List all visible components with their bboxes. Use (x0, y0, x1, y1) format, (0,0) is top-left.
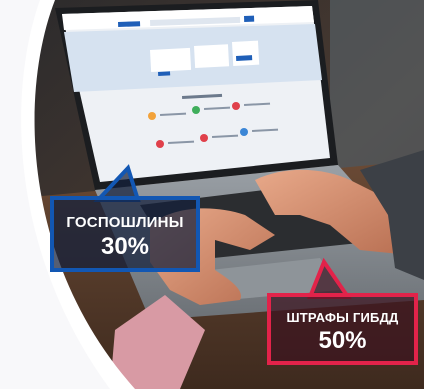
promo-banner: ГОСПОШЛИНЫ 30% ШТРАФЫ ГИБДД 50% (0, 0, 424, 389)
fees-label: ГОСПОШЛИНЫ (66, 214, 184, 231)
fines-label: ШТРАФЫ ГИБДД (286, 310, 399, 325)
fees-callout: ГОСПОШЛИНЫ 30% (50, 196, 200, 272)
fines-callout: ШТРАФЫ ГИБДД 50% (267, 293, 418, 365)
fines-discount: 50% (318, 327, 367, 354)
fees-discount: 30% (100, 233, 150, 260)
